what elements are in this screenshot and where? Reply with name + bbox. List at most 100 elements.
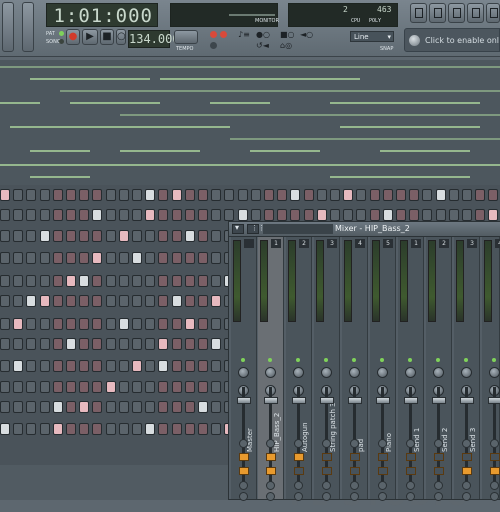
send-switch[interactable] xyxy=(294,453,304,461)
step-button[interactable] xyxy=(277,189,288,201)
step-button[interactable] xyxy=(211,230,222,242)
playlist-clip[interactable] xyxy=(120,150,200,152)
active-led[interactable] xyxy=(352,358,356,362)
stepseq-window-button[interactable] xyxy=(429,3,446,23)
active-led[interactable] xyxy=(492,358,496,362)
fx-switch[interactable] xyxy=(462,467,472,475)
step-button[interactable] xyxy=(145,360,156,372)
step-button[interactable] xyxy=(356,189,367,201)
step-button[interactable] xyxy=(184,318,195,330)
playlist-clip[interactable] xyxy=(340,126,480,128)
step-button[interactable] xyxy=(145,230,156,242)
step-button[interactable] xyxy=(0,275,10,287)
active-led[interactable] xyxy=(324,358,328,362)
eq-knob[interactable] xyxy=(294,439,303,448)
step-button[interactable] xyxy=(435,189,446,201)
step-button[interactable] xyxy=(132,230,142,242)
mixer-layout-button[interactable]: ⋮⋮ xyxy=(247,224,265,234)
step-button[interactable] xyxy=(0,318,10,330)
eq-knob[interactable] xyxy=(350,439,359,448)
main-pitch-slider[interactable] xyxy=(22,2,34,52)
step-button[interactable] xyxy=(198,209,208,221)
route-button[interactable] xyxy=(294,481,303,490)
step-button[interactable] xyxy=(158,401,169,413)
route-button[interactable] xyxy=(266,481,275,490)
step-button[interactable] xyxy=(118,252,129,264)
route-button[interactable] xyxy=(378,481,387,490)
step-button[interactable] xyxy=(145,209,156,221)
step-button[interactable] xyxy=(290,209,301,221)
mixer-window-button[interactable] xyxy=(486,3,500,23)
song-mode-led[interactable] xyxy=(59,39,64,44)
mixer-strip-pad[interactable]: 4 pad xyxy=(342,237,368,501)
typing-keyboard-icon[interactable]: ♪≡ xyxy=(238,30,250,39)
send-switch[interactable] xyxy=(266,453,276,461)
snap-icon[interactable]: ⌂◎ xyxy=(280,41,292,50)
step-button[interactable] xyxy=(184,295,195,307)
step-button[interactable] xyxy=(26,230,37,242)
step-button[interactable] xyxy=(52,318,63,330)
play-button[interactable]: ▶ xyxy=(82,29,98,45)
pan-knob[interactable] xyxy=(321,367,332,378)
online-content-hint[interactable]: Click to enable online c xyxy=(404,28,500,52)
step-button[interactable] xyxy=(171,209,182,221)
send-switch[interactable] xyxy=(239,453,249,461)
step-button[interactable] xyxy=(132,209,142,221)
step-button[interactable] xyxy=(277,209,288,221)
step-button[interactable] xyxy=(79,401,90,413)
step-button[interactable] xyxy=(39,209,50,221)
step-button[interactable] xyxy=(264,189,274,201)
step-button[interactable] xyxy=(132,189,142,201)
step-button[interactable] xyxy=(92,209,103,221)
eq-knob[interactable] xyxy=(490,439,499,448)
step-button[interactable] xyxy=(184,230,195,242)
mixer-strip-empty[interactable]: 4 xyxy=(482,237,500,501)
step-button[interactable] xyxy=(26,189,37,201)
step-button[interactable] xyxy=(105,189,116,201)
fx-switch[interactable] xyxy=(490,467,500,475)
step-button[interactable] xyxy=(13,189,24,201)
step-button[interactable] xyxy=(145,423,156,435)
step-button[interactable] xyxy=(422,189,433,201)
mixer-window[interactable]: ▾ ⋮⋮ Mixer - HIP_Bass_2 Master 1 HIP_Bass_… xyxy=(228,221,500,501)
playlist-clip[interactable] xyxy=(330,176,470,178)
step-button[interactable] xyxy=(66,295,76,307)
playlist-clip[interactable] xyxy=(0,164,500,166)
pan-knob[interactable] xyxy=(293,367,304,378)
pianoroll-window-button[interactable] xyxy=(448,3,465,23)
step-button[interactable] xyxy=(79,360,90,372)
step-button[interactable] xyxy=(105,275,116,287)
volume-fader-handle[interactable] xyxy=(320,397,334,404)
step-button[interactable] xyxy=(250,189,261,201)
step-button[interactable] xyxy=(250,209,261,221)
step-button[interactable] xyxy=(26,295,37,307)
record-arm-button[interactable] xyxy=(350,453,360,461)
step-button[interactable] xyxy=(105,401,116,413)
pan-knob[interactable] xyxy=(377,367,388,378)
step-button[interactable] xyxy=(435,209,446,221)
step-button[interactable] xyxy=(39,401,50,413)
step-button[interactable] xyxy=(92,275,103,287)
active-led[interactable] xyxy=(408,358,412,362)
step-button[interactable] xyxy=(66,381,76,393)
step-button[interactable] xyxy=(330,209,340,221)
stop-button[interactable]: ■ xyxy=(100,29,114,45)
step-button[interactable] xyxy=(158,230,169,242)
step-button[interactable] xyxy=(132,318,142,330)
loop-icon[interactable]: ◄○ xyxy=(300,30,313,39)
step-button[interactable] xyxy=(105,381,116,393)
playlist-clip[interactable] xyxy=(30,150,90,152)
step-button[interactable] xyxy=(475,209,486,221)
fx-switch[interactable] xyxy=(294,467,304,475)
browser-window-button[interactable] xyxy=(467,3,484,23)
step-button[interactable] xyxy=(158,338,169,350)
step-button[interactable] xyxy=(79,189,90,201)
step-button[interactable] xyxy=(118,230,129,242)
record-button[interactable]: ● xyxy=(66,29,80,45)
step-button[interactable] xyxy=(26,338,37,350)
step-button[interactable] xyxy=(145,381,156,393)
step-button[interactable] xyxy=(184,401,195,413)
step-button[interactable] xyxy=(382,189,393,201)
step-button[interactable] xyxy=(211,275,222,287)
wait-icon[interactable] xyxy=(220,31,227,38)
